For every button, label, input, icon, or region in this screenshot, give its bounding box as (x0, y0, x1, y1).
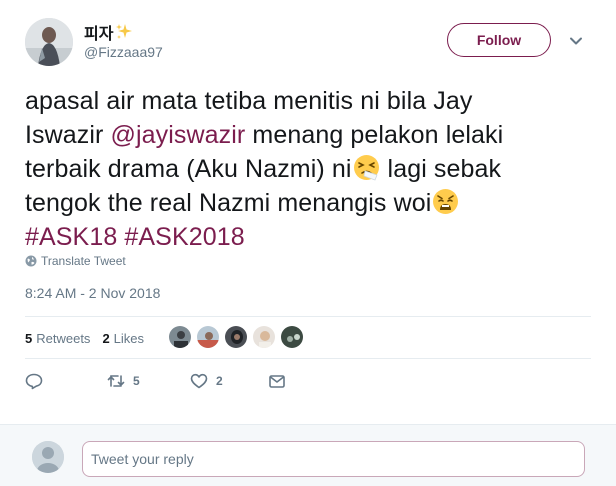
retweets-label: Retweets (36, 330, 91, 346)
direct-message-button[interactable] (268, 372, 286, 390)
sneezing-face-icon (353, 154, 380, 181)
user-avatar[interactable] (25, 18, 73, 66)
tweet-text-segment: lagi sebak (380, 155, 502, 183)
reply-icon (25, 373, 43, 390)
like-button[interactable]: 2 (190, 372, 223, 390)
retweet-count: 5 (133, 374, 140, 388)
name-row: 피자 (84, 20, 133, 44)
current-user-avatar (32, 441, 64, 473)
tweet-line: apasal air mata tetiba menitis ni bila J… (25, 84, 600, 118)
heart-icon (190, 373, 208, 389)
tweet-text-segment: tengok the real Nazmi menangis woi (25, 189, 432, 217)
user-handle[interactable]: @Fizzaaa97 (84, 44, 163, 60)
tweet-line: #ASK18 #ASK2018 (25, 220, 600, 254)
tweet-text-segment: apasal air mata tetiba menitis ni bila J… (25, 87, 473, 115)
liker-avatars (168, 325, 308, 349)
tweet-line: terbaik drama (Aku Nazmi) ni lagi sebak (25, 152, 600, 186)
reply-button[interactable] (25, 372, 43, 390)
follow-button[interactable]: Follow (447, 23, 551, 57)
hashtag-link[interactable]: #ASK18 (25, 223, 117, 251)
tweet-line: tengok the real Nazmi menangis woi (25, 186, 600, 220)
envelope-icon (269, 375, 285, 388)
tweet-text-segment: menang pelakon lelaki (245, 121, 504, 149)
divider (25, 316, 591, 317)
retweets-stat[interactable]: 5 Retweets (25, 331, 90, 346)
tweet-card: 피자 @Fizzaaa97 Follow apasal air mata tet… (0, 0, 616, 424)
mention-link[interactable]: @jayiswazir (111, 121, 246, 149)
liker-avatar[interactable] (280, 325, 304, 349)
retweet-icon (107, 375, 125, 387)
tweet-text-segment: Iswazir (25, 121, 111, 149)
tweet-text: apasal air mata tetiba menitis ni bila J… (25, 84, 600, 254)
translate-tweet-link[interactable]: Translate Tweet (25, 254, 126, 268)
retweet-button[interactable]: 5 (107, 372, 140, 390)
liker-avatar[interactable] (196, 325, 220, 349)
tweet-actions: 5 2 (25, 372, 325, 396)
sparkles-icon (115, 23, 133, 41)
reply-input[interactable] (82, 441, 585, 477)
like-count: 2 (216, 374, 223, 388)
retweets-count: 5 (25, 330, 33, 346)
translate-label: Translate Tweet (41, 254, 126, 268)
liker-avatar[interactable] (224, 325, 248, 349)
globe-icon (25, 255, 37, 267)
likes-label: Likes (113, 330, 145, 346)
tweet-stats: 5 Retweets 2 Likes (25, 326, 156, 350)
hashtag-link[interactable]: #ASK2018 (124, 223, 244, 251)
weary-face-icon (432, 188, 459, 215)
divider (25, 358, 591, 359)
likes-stat[interactable]: 2 Likes (102, 331, 144, 346)
liker-avatar[interactable] (252, 325, 276, 349)
display-name[interactable]: 피자 (84, 20, 113, 44)
tweet-text-segment: terbaik drama (Aku Nazmi) ni (25, 155, 352, 183)
liker-avatar[interactable] (168, 325, 192, 349)
likes-count: 2 (102, 330, 110, 346)
chevron-down-icon[interactable] (568, 33, 584, 49)
tweet-timestamp[interactable]: 8:24 AM - 2 Nov 2018 (25, 285, 160, 301)
reply-composer (0, 424, 616, 486)
tweet-line: Iswazir @jayiswazir menang pelakon lelak… (25, 118, 600, 152)
